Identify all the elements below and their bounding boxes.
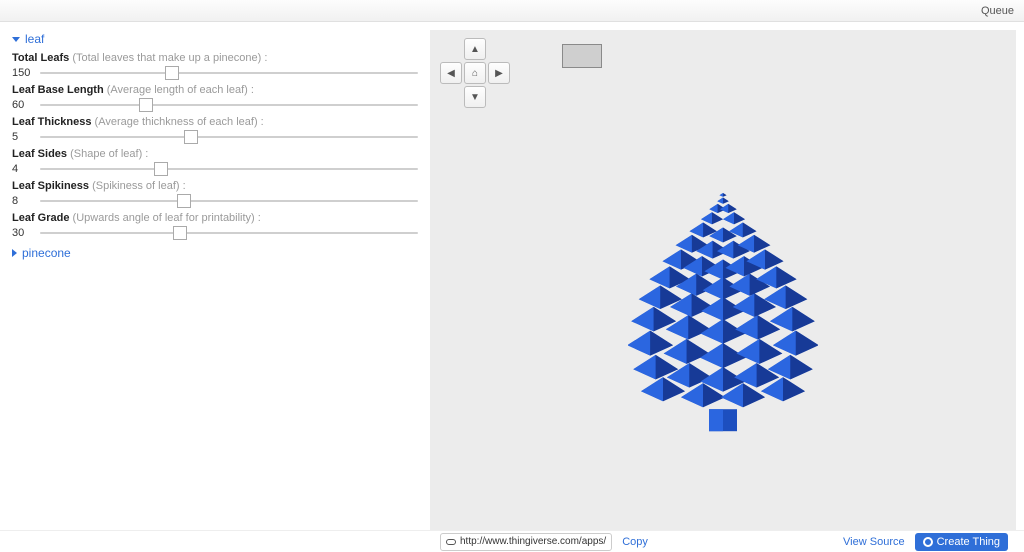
copy-link[interactable]: Copy (622, 536, 648, 548)
model-viewer[interactable]: ▲ ◀ ⌂ ▶ ▼ (430, 30, 1016, 530)
group-leaf-body: Total Leafs (Total leaves that make up a… (12, 52, 418, 240)
group-leaf-header[interactable]: leaf (12, 30, 418, 52)
queue-link[interactable]: Queue (981, 5, 1014, 17)
gear-icon (923, 537, 933, 547)
create-thing-button[interactable]: Create Thing (915, 533, 1008, 551)
param-leaf-grade-slider[interactable] (40, 226, 418, 240)
nav-home-button[interactable]: ⌂ (464, 62, 486, 84)
param-leaf-thickness-slider[interactable] (40, 130, 418, 144)
param-leaf-base-length-slider[interactable] (40, 98, 418, 112)
chevron-down-icon (12, 37, 20, 42)
link-icon (446, 539, 456, 545)
param-leaf-spikiness: Leaf Spikiness (Spikiness of leaf) : 8 (12, 180, 418, 208)
param-leaf-grade: Leaf Grade (Upwards angle of leaf for pr… (12, 212, 418, 240)
param-leaf-thickness: Leaf Thickness (Average thichkness of ea… (12, 116, 418, 144)
model-render (628, 131, 818, 441)
param-leaf-sides-slider[interactable] (40, 162, 418, 176)
param-leaf-base-length: Leaf Base Length (Average length of each… (12, 84, 418, 112)
group-pinecone-title: pinecone (22, 246, 71, 260)
share-url-box[interactable]: http://www.thingiverse.com/apps/ (440, 533, 612, 551)
group-pinecone-header[interactable]: pinecone (12, 244, 418, 266)
nav-pad: ▲ ◀ ⌂ ▶ ▼ (440, 38, 510, 108)
param-leaf-spikiness-value: 8 (12, 195, 34, 207)
nav-down-button[interactable]: ▼ (464, 86, 486, 108)
nav-right-button[interactable]: ▶ (488, 62, 510, 84)
param-leaf-sides-value: 4 (12, 163, 34, 175)
view-source-link[interactable]: View Source (843, 536, 905, 548)
nav-left-button[interactable]: ◀ (440, 62, 462, 84)
share-url-text: http://www.thingiverse.com/apps/ (460, 536, 606, 547)
param-leaf-spikiness-slider[interactable] (40, 194, 418, 208)
group-leaf-title: leaf (25, 32, 44, 46)
param-leaf-grade-value: 30 (12, 227, 34, 239)
param-leaf-base-length-value: 60 (12, 99, 34, 111)
nav-up-button[interactable]: ▲ (464, 38, 486, 60)
param-leaf-sides: Leaf Sides (Shape of leaf) : 4 (12, 148, 418, 176)
params-sidebar: leaf Total Leafs (Total leaves that make… (0, 22, 430, 530)
viewer-thumbnail[interactable] (562, 44, 602, 68)
param-total-leafs-value: 150 (12, 67, 34, 79)
param-leaf-thickness-value: 5 (12, 131, 34, 143)
param-total-leafs-slider[interactable] (40, 66, 418, 80)
chevron-right-icon (12, 249, 17, 257)
param-total-leafs: Total Leafs (Total leaves that make up a… (12, 52, 418, 80)
